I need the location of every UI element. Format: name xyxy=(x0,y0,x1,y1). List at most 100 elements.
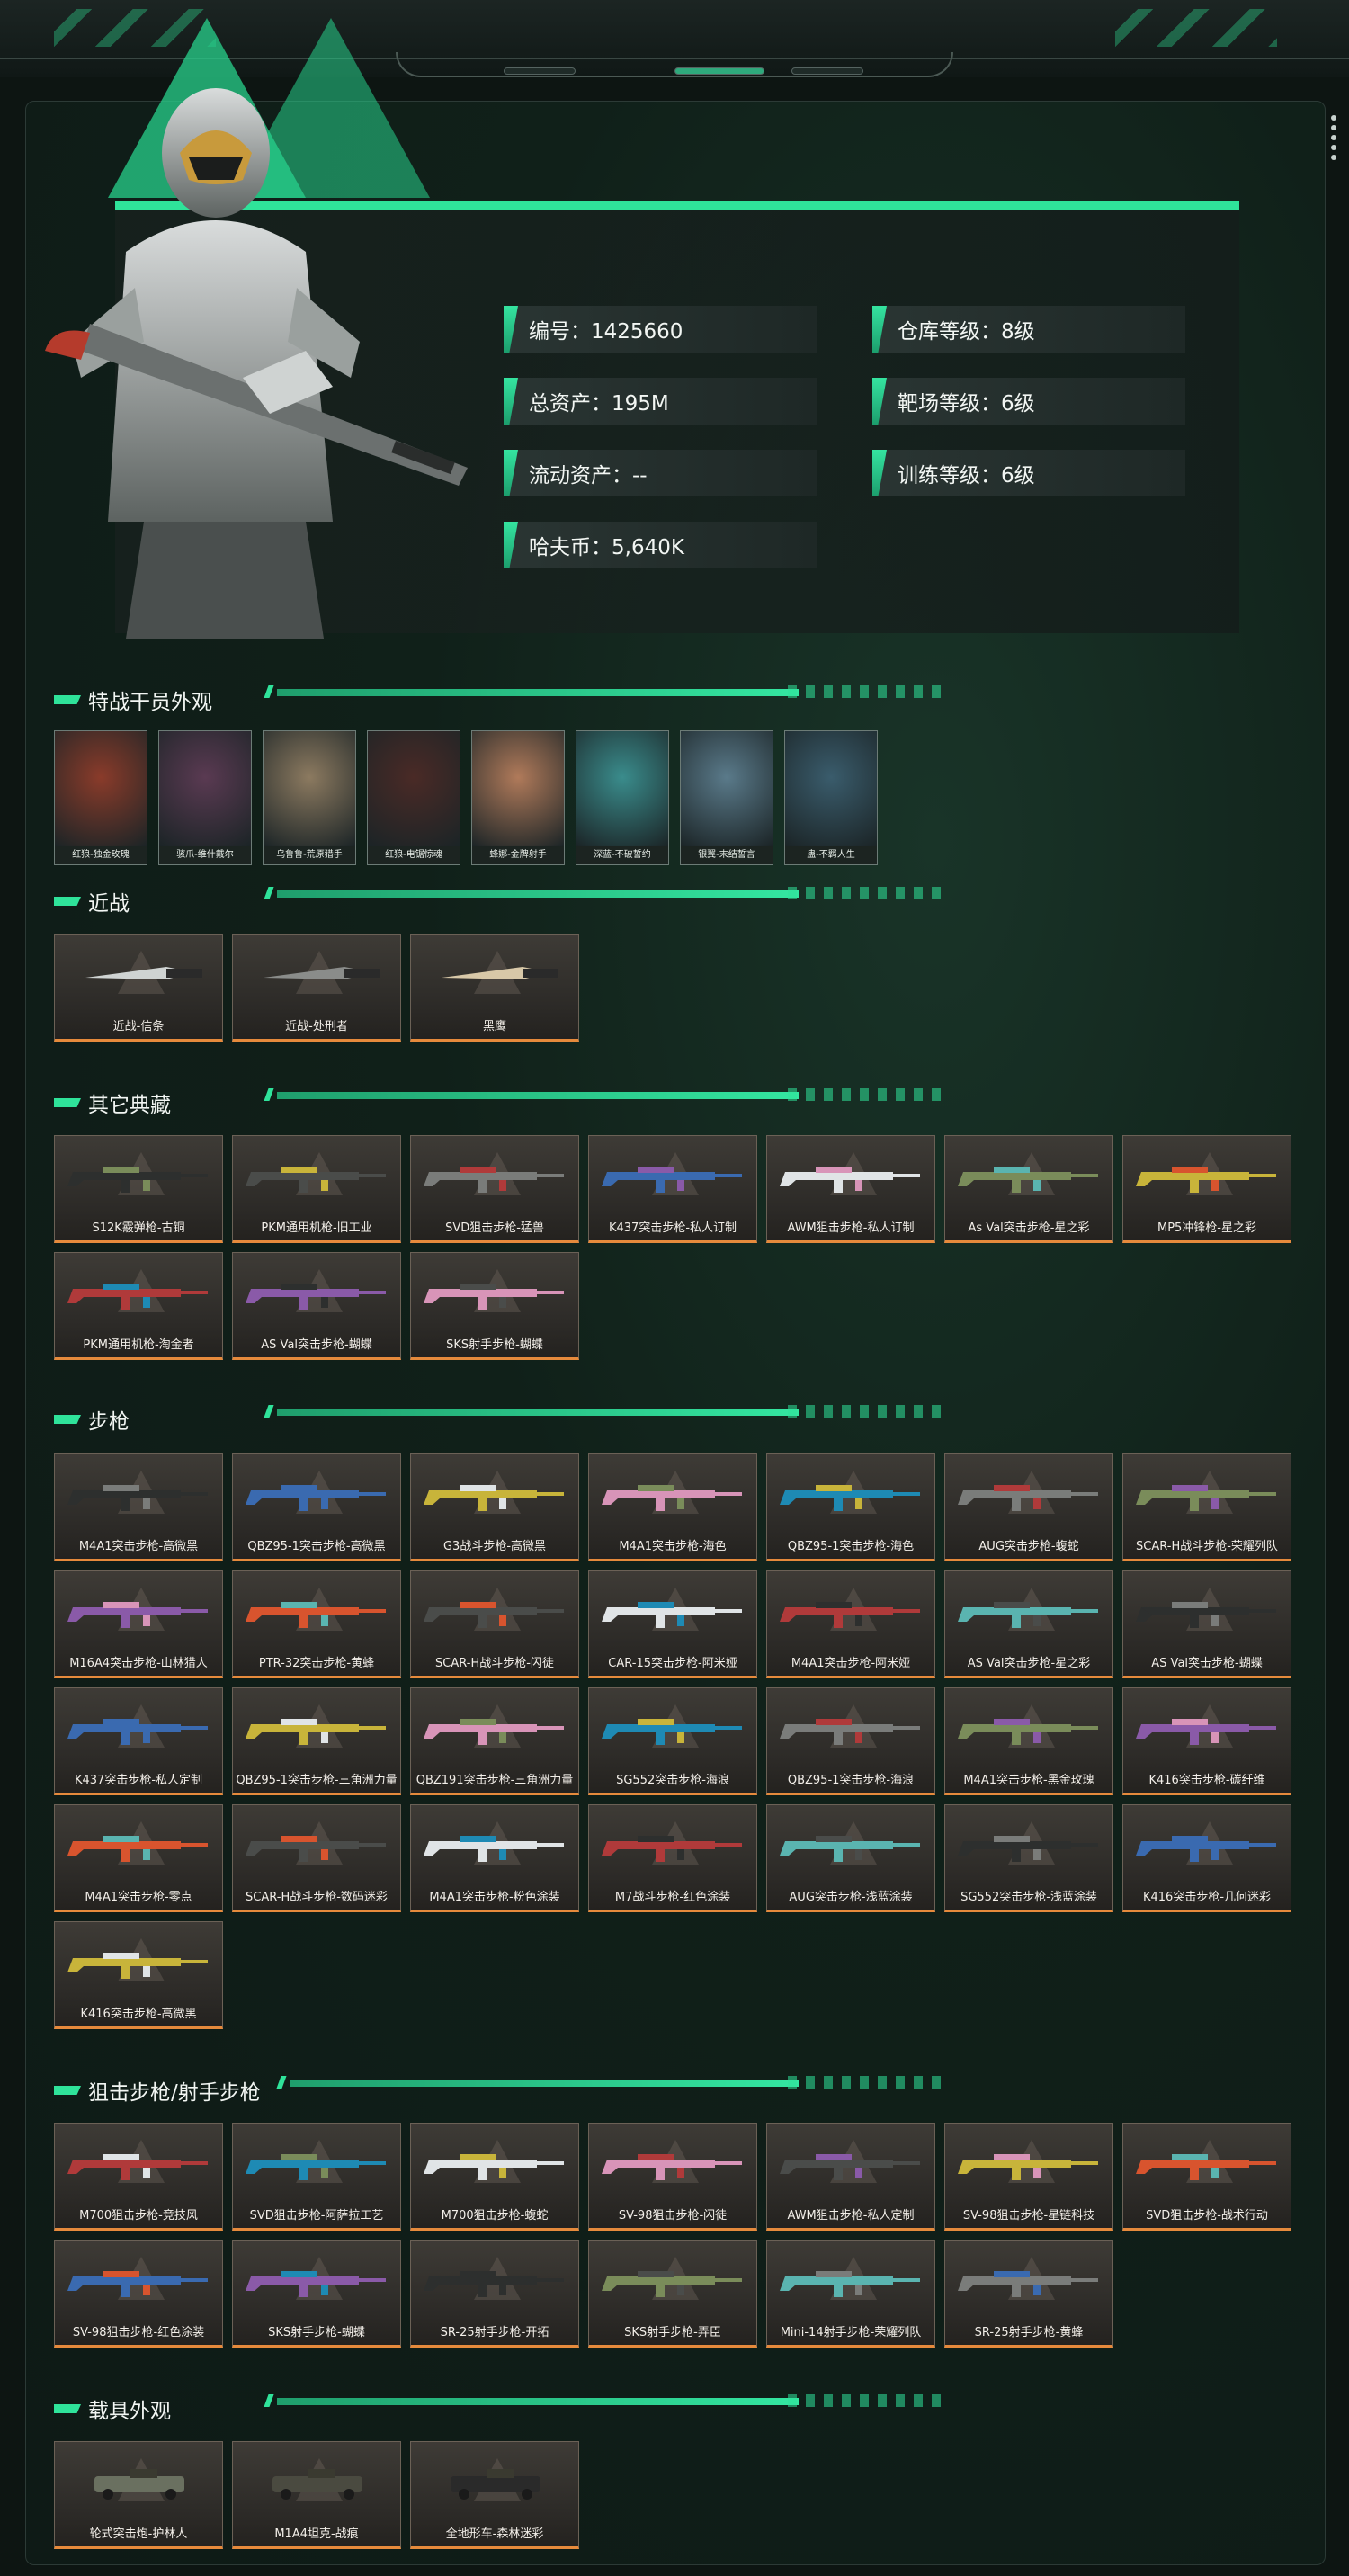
sniper-card[interactable]: SKS射手步枪-弄臣 xyxy=(588,2240,757,2348)
rifle-card[interactable]: SG552突击步枪-海浪 xyxy=(588,1687,757,1795)
weapon-image xyxy=(1136,2154,1276,2180)
collection-card[interactable]: As Val突击步枪-星之彩 xyxy=(944,1135,1113,1243)
field-tag-icon xyxy=(504,522,518,568)
operator-card[interactable]: 蜂娜-金牌射手 xyxy=(471,730,565,865)
vehicle-card[interactable]: M1A4坦克-战痕 xyxy=(232,2441,401,2549)
collection-card[interactable]: K437突击步枪-私人订制 xyxy=(588,1135,757,1243)
rifle-card[interactable]: QBZ191突击步枪-三角洲力量 xyxy=(410,1687,579,1795)
sniper-card[interactable]: M700狙击步枪-竞技风 xyxy=(54,2123,223,2231)
sniper-card[interactable]: SV-98狙击步枪-星链科技 xyxy=(944,2123,1113,2231)
item-name: PTR-32突击步枪-黄蜂 xyxy=(258,1657,375,1670)
item-name: AS Val突击步枪-蝴蝶 xyxy=(1151,1657,1263,1670)
collection-card[interactable]: PKM通用机枪-旧工业 xyxy=(232,1135,401,1243)
item-name: K437突击步枪-私人定制 xyxy=(74,1774,203,1787)
rifle-card[interactable]: K437突击步枪-私人定制 xyxy=(54,1687,223,1795)
rifle-card[interactable]: M7战斗步枪-红色涂装 xyxy=(588,1804,757,1912)
rifle-card[interactable]: M4A1突击步枪-粉色涂装 xyxy=(410,1804,579,1912)
sniper-card[interactable]: SKS射手步枪-蝴蝶 xyxy=(232,2240,401,2348)
weapon-image xyxy=(1136,1836,1276,1862)
collection-card[interactable]: SVD狙击步枪-猛兽 xyxy=(410,1135,579,1243)
rifle-card[interactable]: K416突击步枪-几何迷彩 xyxy=(1122,1804,1291,1912)
rifle-card[interactable]: M4A1突击步枪-海色 xyxy=(588,1453,757,1561)
melee-card[interactable]: 近战-处刑者 xyxy=(232,934,401,1042)
section-header-melee: 近战 xyxy=(54,883,130,919)
section-title: 其它典藏 xyxy=(88,1094,171,1117)
collection-card[interactable]: PKM通用机枪-淘金者 xyxy=(54,1252,223,1360)
rifle-card[interactable]: G3战斗步枪-高微黑 xyxy=(410,1453,579,1561)
rifle-card[interactable]: SCAR-H战斗步枪-数码迷彩 xyxy=(232,1804,401,1912)
range-level: 靶场等级：6级 xyxy=(872,378,1185,425)
sniper-card[interactable]: AWM狙击步枪-私人定制 xyxy=(766,2123,935,2231)
item-name: 全地形车-森林迷彩 xyxy=(445,2527,544,2541)
rifle-card[interactable]: SCAR-H战斗步枪-荣耀列队 xyxy=(1122,1453,1291,1561)
item-name: AS Val突击步枪-蝴蝶 xyxy=(261,1338,372,1352)
section-header-collection: 其它典藏 xyxy=(54,1085,171,1121)
operator-card[interactable]: 深蓝-不破誓约 xyxy=(576,730,669,865)
sniper-card[interactable]: SR-25射手步枪-黄蜂 xyxy=(944,2240,1113,2348)
operator-card[interactable]: 红狼-电锯惊魂 xyxy=(367,730,460,865)
item-name: QBZ95-1突击步枪-三角洲力量 xyxy=(236,1774,398,1787)
item-name: SCAR-H战斗步枪-荣耀列队 xyxy=(1136,1540,1278,1553)
collection-card[interactable]: AS Val突击步枪-蝴蝶 xyxy=(232,1252,401,1360)
training-level-text: 训练等级：6级 xyxy=(898,464,1035,487)
item-name: SVD狙击步枪-阿萨拉工艺 xyxy=(249,2209,384,2223)
rifle-card[interactable]: QBZ95-1突击步枪-三角洲力量 xyxy=(232,1687,401,1795)
operator-card[interactable]: 蛊-不羁人生 xyxy=(784,730,878,865)
item-name: SCAR-H战斗步枪-闪徒 xyxy=(435,1657,554,1670)
rifle-card[interactable]: QBZ95-1突击步枪-高微黑 xyxy=(232,1453,401,1561)
rifle-card[interactable]: M4A1突击步枪-高微黑 xyxy=(54,1453,223,1561)
rifle-card[interactable]: AUG突击步枪-浅蓝涂装 xyxy=(766,1804,935,1912)
operator-portrait xyxy=(472,731,564,846)
weapon-image xyxy=(602,1167,742,1193)
collection-card[interactable]: S12K霰弹枪-古铜 xyxy=(54,1135,223,1243)
weapon-image xyxy=(780,2271,920,2297)
vehicle-card[interactable]: 全地形车-森林迷彩 xyxy=(410,2441,579,2549)
item-name: M16A4突击步枪-山林猎人 xyxy=(69,1657,208,1670)
collection-card[interactable]: AWM狙击步枪-私人订制 xyxy=(766,1135,935,1243)
weapon-image xyxy=(424,1836,564,1862)
collection-card[interactable]: MP5冲锋枪-星之彩 xyxy=(1122,1135,1291,1243)
header-indicator-active xyxy=(674,67,764,75)
rifle-card[interactable]: PTR-32突击步枪-黄蜂 xyxy=(232,1570,401,1678)
rifle-card[interactable]: K416突击步枪-碳纤维 xyxy=(1122,1687,1291,1795)
rifle-card[interactable]: CAR-15突击步枪-阿米娅 xyxy=(588,1570,757,1678)
weapon-image xyxy=(958,2271,1098,2297)
sniper-card[interactable]: SVD狙击步枪-战术行动 xyxy=(1122,2123,1291,2231)
weapon-image xyxy=(67,2271,208,2297)
rifle-card[interactable]: QBZ95-1突击步枪-海浪 xyxy=(766,1687,935,1795)
vehicle-card[interactable]: 轮式突击炮-护林人 xyxy=(54,2441,223,2549)
operator-card[interactable]: 银翼-末结誓言 xyxy=(680,730,773,865)
melee-card[interactable]: 黑鹰 xyxy=(410,934,579,1042)
rifle-card[interactable]: M16A4突击步枪-山林猎人 xyxy=(54,1570,223,1678)
vehicle-image xyxy=(451,2469,540,2500)
weapon-image xyxy=(1136,1167,1276,1193)
rifle-card[interactable]: AUG突击步枪-蝮蛇 xyxy=(944,1453,1113,1561)
rifle-card[interactable]: M4A1突击步枪-阿米娅 xyxy=(766,1570,935,1678)
sniper-card[interactable]: SV-98狙击步枪-红色涂装 xyxy=(54,2240,223,2348)
rifle-card[interactable]: AS Val突击步枪-星之彩 xyxy=(944,1570,1113,1678)
rifle-card[interactable]: QBZ95-1突击步枪-海色 xyxy=(766,1453,935,1561)
weapon-image xyxy=(958,1602,1098,1628)
rifle-card[interactable]: M4A1突击步枪-黑金玫瑰 xyxy=(944,1687,1113,1795)
rifle-card[interactable]: M4A1突击步枪-零点 xyxy=(54,1804,223,1912)
melee-card[interactable]: 近战-信条 xyxy=(54,934,223,1042)
operator-card[interactable]: 乌鲁鲁-荒原猎手 xyxy=(263,730,356,865)
rifle-card[interactable]: SG552突击步枪-浅蓝涂装 xyxy=(944,1804,1113,1912)
sniper-card[interactable]: SV-98狙击步枪-闪徒 xyxy=(588,2123,757,2231)
rifle-card[interactable]: AS Val突击步枪-蝴蝶 xyxy=(1122,1570,1291,1678)
operator-card[interactable]: 骇爪-维什戴尔 xyxy=(158,730,252,865)
collection-card[interactable]: SKS射手步枪-蝴蝶 xyxy=(410,1252,579,1360)
rifle-card[interactable]: SCAR-H战斗步枪-闪徒 xyxy=(410,1570,579,1678)
item-name: SG552突击步枪-浅蓝涂装 xyxy=(960,1891,1097,1904)
more-menu-icon[interactable] xyxy=(1331,115,1336,160)
rifle-card[interactable]: K416突击步枪-高微黑 xyxy=(54,1921,223,2029)
operator-card[interactable]: 红狼-独金玫瑰 xyxy=(54,730,147,865)
item-name: G3战斗步枪-高微黑 xyxy=(442,1540,547,1553)
item-name: M4A1突击步枪-零点 xyxy=(85,1891,192,1904)
sniper-card[interactable]: Mini-14射手步枪-荣耀列队 xyxy=(766,2240,935,2348)
sniper-card[interactable]: M700狙击步枪-蝮蛇 xyxy=(410,2123,579,2231)
sniper-card[interactable]: SR-25射手步枪-开拓 xyxy=(410,2240,579,2348)
weapon-image xyxy=(67,1485,208,1511)
sniper-card[interactable]: SVD狙击步枪-阿萨拉工艺 xyxy=(232,2123,401,2231)
weapon-image xyxy=(246,1836,386,1862)
